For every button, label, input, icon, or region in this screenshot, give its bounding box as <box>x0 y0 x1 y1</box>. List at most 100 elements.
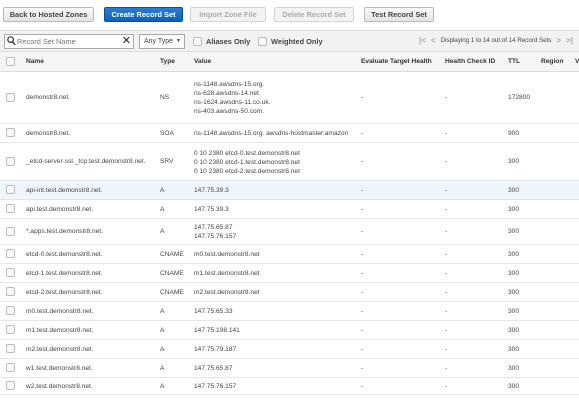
row-checkbox[interactable] <box>6 268 15 277</box>
table-row[interactable]: api.test.demonstr8.net. A - - 300 147.75.39.3 <box>0 200 579 219</box>
row-checkbox[interactable] <box>6 249 15 258</box>
evaluate-target-health: - <box>361 186 364 194</box>
next-page-icon[interactable]: > <box>556 36 561 45</box>
column-header-ttl[interactable]: TTL <box>508 58 520 65</box>
record-name: m0.test.demonstr8.net. <box>26 307 94 315</box>
table-row[interactable]: m1.test.demonstr8.net. A - - 300 147.75.198.1… <box>0 321 579 340</box>
record-ttl: 300 <box>508 205 520 213</box>
table-row[interactable]: *.apps.test.demonstr8.net. A - - 300 147.75.6… <box>0 219 579 245</box>
record-type: A <box>160 364 165 372</box>
record-value: ns-1148.awsdns-15.org. <box>194 81 265 88</box>
table-row[interactable]: etcd-0.test.demonstr8.net. CNAME - - 300 m0.t… <box>0 245 579 264</box>
aliases-only-checkbox[interactable] <box>193 37 202 46</box>
record-values: 147.75.39.3 <box>194 186 229 195</box>
record-value: ns-1148.awsdns-15.org. awsdns-hostmaster… <box>194 130 349 137</box>
pagination-status: Displaying 1 to 14 out of 14 Record Sets <box>440 37 552 44</box>
column-header-evaluate-target-health[interactable]: Evaluate Target Health <box>361 58 432 65</box>
evaluate-target-health: - <box>361 94 364 101</box>
record-ttl: 300 <box>508 307 520 315</box>
record-value: 147.75.79.187 <box>194 346 237 353</box>
record-value: 147.75.76.157 <box>194 383 237 390</box>
evaluate-target-health: - <box>361 228 364 235</box>
table-row[interactable]: etcd-2.test.demonstr8.net. CNAME - - 300 m2.t… <box>0 283 579 302</box>
table-row[interactable]: _etcd-server-ssl._tcp.test.demonstr8.net… <box>0 143 579 181</box>
row-checkbox[interactable] <box>6 156 15 166</box>
row-checkbox[interactable] <box>6 92 15 102</box>
previous-page-icon[interactable]: < <box>431 36 436 45</box>
record-name: demonstr8.net. <box>26 94 70 101</box>
health-check-id: - <box>445 186 448 194</box>
row-checkbox[interactable] <box>6 381 15 390</box>
delete-record-set-button[interactable]: Delete Record Set <box>274 7 354 22</box>
record-values: 147.75.65.33 <box>194 307 233 316</box>
health-check-id: - <box>445 382 448 390</box>
record-value: 0 10 2380 etcd-1.test.demonstr8.net <box>194 158 300 166</box>
record-ttl: 300 <box>508 326 520 334</box>
row-checkbox[interactable] <box>6 306 15 315</box>
record-values: 147.75.198.141 <box>194 326 240 335</box>
record-type: CNAME <box>160 288 184 296</box>
clear-search-icon[interactable]: ✕ <box>122 35 131 47</box>
type-filter-select[interactable]: Any Type ▼ <box>139 34 185 49</box>
table-row[interactable]: api-int.test.demonstr8.net. A - - 300 147.75.… <box>0 181 579 200</box>
record-name: _etcd-server-ssl._tcp.test.demonstr8.net… <box>26 158 146 165</box>
record-value: 147.75.198.141 <box>194 327 240 334</box>
weighted-only-toggle[interactable]: Weighted Only <box>258 37 323 46</box>
column-header-health-check-id[interactable]: Health Check ID <box>445 58 495 65</box>
weighted-only-label: Weighted Only <box>271 37 323 46</box>
column-header-truncated[interactable]: V <box>575 58 579 65</box>
table-row[interactable]: etcd-1.test.demonstr8.net. CNAME - - 300 m1.t… <box>0 264 579 283</box>
row-checkbox[interactable] <box>6 363 15 372</box>
table-row[interactable]: demonstr8.net. NS - - 172800 ns-1148.awsdns-1… <box>0 72 579 124</box>
record-name: w2.test.demonstr8.net. <box>26 382 93 390</box>
record-name: *.apps.test.demonstr8.net. <box>26 228 103 235</box>
record-values: 147.75.65.87 147.75.76.157 <box>194 223 236 241</box>
column-header-name[interactable]: Name <box>26 58 44 65</box>
evaluate-target-health: - <box>361 326 364 334</box>
record-name: api.test.demonstr8.net. <box>26 205 94 213</box>
row-checkbox[interactable] <box>6 128 15 137</box>
record-ttl: 300 <box>508 288 520 296</box>
record-value: m2.test.demonstr8.net <box>194 289 260 296</box>
health-check-id: - <box>445 228 448 235</box>
record-ttl: 300 <box>508 345 520 353</box>
type-filter-value: Any Type <box>144 38 174 45</box>
column-header-region[interactable]: Region <box>541 58 563 65</box>
search-input[interactable] <box>17 36 121 47</box>
table-row[interactable]: m2.test.demonstr8.net. A - - 300 147.75.79.18… <box>0 340 579 359</box>
row-checkbox[interactable] <box>6 185 15 194</box>
row-checkbox[interactable] <box>6 325 15 334</box>
record-ttl: 300 <box>508 228 520 235</box>
table-row[interactable]: m0.test.demonstr8.net. A - - 300 147.75.65.33 <box>0 302 579 321</box>
select-all-checkbox[interactable] <box>6 57 15 66</box>
column-header-value[interactable]: Value <box>194 58 211 65</box>
table-row[interactable]: w1.test.demonstr8.net. A - - 300 147.75.65.87 <box>0 359 579 378</box>
record-values: ns-1148.awsdns-15.org. awsdns-hostmaster… <box>194 129 348 138</box>
create-record-set-button[interactable]: Create Record Set <box>104 7 183 22</box>
last-page-icon[interactable]: >| <box>566 36 573 45</box>
record-name: etcd-2.test.demonstr8.net. <box>26 288 103 296</box>
record-name: w1.test.demonstr8.net. <box>26 364 93 372</box>
back-to-hosted-zones-button[interactable]: Back to Hosted Zones <box>3 7 94 22</box>
evaluate-target-health: - <box>361 307 364 315</box>
record-name: m2.test.demonstr8.net. <box>26 345 94 353</box>
row-checkbox[interactable] <box>6 204 15 213</box>
evaluate-target-health: - <box>361 129 364 137</box>
aliases-only-toggle[interactable]: Aliases Only <box>193 37 250 46</box>
record-value: 147.75.76.157 <box>194 233 237 240</box>
first-page-icon[interactable]: |< <box>419 36 426 45</box>
record-ttl: 300 <box>508 186 520 194</box>
record-values: 147.75.39.3 <box>194 205 229 214</box>
table-row[interactable]: w2.test.demonstr8.net. A - - 300 147.75.76.15… <box>0 378 579 395</box>
import-zone-file-button[interactable]: Import Zone File <box>190 7 266 22</box>
weighted-only-checkbox[interactable] <box>258 37 267 46</box>
record-values: 0 10 2380 etcd-0.test.demonstr8.net 0 10 … <box>194 149 300 176</box>
record-ttl: 300 <box>508 269 520 277</box>
test-record-set-button[interactable]: Test Record Set <box>364 7 434 22</box>
column-header-type[interactable]: Type <box>160 58 175 65</box>
row-checkbox[interactable] <box>6 287 15 296</box>
row-checkbox[interactable] <box>6 226 15 236</box>
chevron-down-icon: ▼ <box>176 38 181 44</box>
row-checkbox[interactable] <box>6 344 15 353</box>
table-row[interactable]: demonstr8.net. SOA - - 900 ns-1148.awsdns-15.… <box>0 124 579 143</box>
